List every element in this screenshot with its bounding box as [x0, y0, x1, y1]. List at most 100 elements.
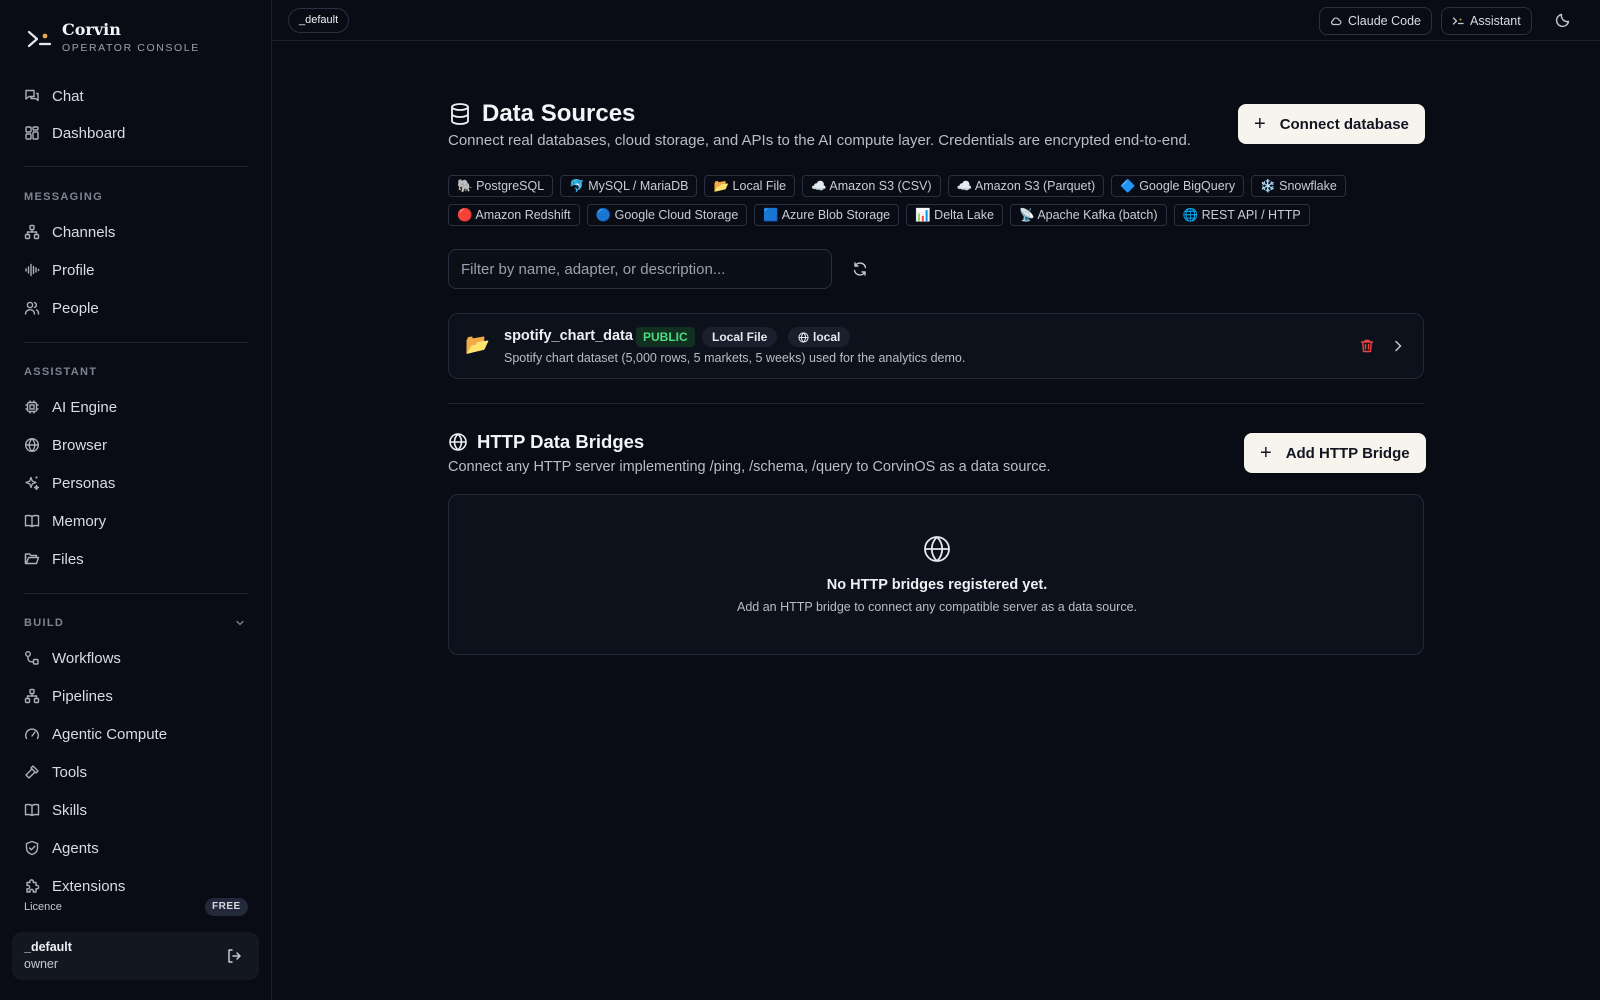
section-label-build[interactable]: BUILD: [24, 617, 64, 629]
chip-label: Snowflake: [1279, 179, 1337, 193]
adapter-badge: Local File: [702, 327, 778, 347]
sidebar-item-label: Extensions: [52, 877, 126, 895]
sidebar-item-profile[interactable]: Profile: [24, 258, 95, 282]
chip-label: Amazon S3 (Parquet): [974, 179, 1096, 193]
chevron-right-icon[interactable]: [1391, 339, 1405, 353]
bridges-title: HTTP Data Bridges: [477, 431, 645, 452]
brand-subtitle: OPERATOR CONSOLE: [62, 42, 200, 54]
sidebar-item-workflows[interactable]: Workflows: [24, 646, 121, 670]
bar-chart-icon: 📊: [915, 208, 931, 222]
page-header: Data Sources: [448, 100, 635, 128]
connect-database-button[interactable]: + Connect database: [1238, 104, 1425, 144]
claude-code-label: Claude Code: [1348, 14, 1421, 28]
workflow-icon: [24, 650, 40, 666]
adapter-chip-bigquery[interactable]: 🔷 Google BigQuery: [1111, 175, 1245, 197]
book-open-icon: [24, 802, 40, 818]
licence-badge: FREE: [205, 898, 248, 916]
refresh-icon[interactable]: [852, 261, 868, 277]
terminal-prompt-icon: [1452, 15, 1464, 27]
topbar: _default Claude Code Assistant: [272, 0, 1600, 41]
data-source-card[interactable]: 📂 spotify_chart_data PUBLIC Local File l…: [448, 313, 1424, 379]
sidebar-item-skills[interactable]: Skills: [24, 798, 87, 822]
adapter-chip-redshift[interactable]: 🔴 Amazon Redshift: [448, 204, 580, 226]
trash-icon[interactable]: [1359, 338, 1375, 354]
sidebar-item-channels[interactable]: Channels: [24, 220, 115, 244]
sidebar-item-pipelines[interactable]: Pipelines: [24, 684, 113, 708]
chevron-down-icon[interactable]: [234, 617, 246, 629]
workspace-pill[interactable]: _default: [288, 8, 350, 33]
snowflake-icon: ❄️: [1260, 179, 1276, 193]
bridges-empty-state: No HTTP bridges registered yet. Add an H…: [448, 494, 1424, 655]
adapter-chip-snowflake[interactable]: ❄️ Snowflake: [1251, 175, 1346, 197]
filter-input[interactable]: [448, 249, 832, 289]
logout-icon[interactable]: [225, 947, 243, 965]
sidebar-item-label: Chat: [52, 87, 84, 105]
sidebar-item-agents[interactable]: Agents: [24, 836, 99, 860]
sidebar-item-personas[interactable]: Personas: [24, 471, 115, 495]
globe-icon: [448, 432, 468, 452]
adapter-chip-row: 🐘 PostgreSQL 🐬 MySQL / MariaDB 📂 Local F…: [448, 175, 1438, 197]
assistant-label: Assistant: [1470, 14, 1521, 28]
adapter-chip-local-file[interactable]: 📂 Local File: [704, 175, 796, 197]
sidebar-item-label: Browser: [52, 436, 108, 454]
empty-state-title: No HTTP bridges registered yet.: [826, 577, 1048, 593]
sidebar-item-chat[interactable]: Chat: [24, 84, 84, 108]
sidebar-item-browser[interactable]: Browser: [24, 433, 107, 457]
visibility-badge: PUBLIC: [636, 327, 695, 347]
chip-label: MySQL / MariaDB: [588, 179, 689, 193]
postgresql-icon: 🐘: [457, 179, 473, 193]
sidebar-item-label: Skills: [52, 801, 88, 819]
adapter-chip-rest-api[interactable]: 🌐 REST API / HTTP: [1173, 204, 1310, 226]
sidebar-item-extensions[interactable]: Extensions: [24, 874, 125, 898]
add-http-bridge-button[interactable]: + Add HTTP Bridge: [1244, 433, 1426, 473]
sidebar-item-dashboard[interactable]: Dashboard: [24, 121, 125, 145]
sidebar-item-people[interactable]: People: [24, 296, 99, 320]
gauge-icon: [24, 726, 40, 742]
scope-badge: local: [788, 327, 851, 347]
sidebar-item-files[interactable]: Files: [24, 547, 84, 571]
chat-icon: [24, 88, 40, 104]
sidebar-item-label: Pipelines: [52, 687, 113, 705]
data-source-name: spotify_chart_data: [504, 328, 633, 344]
pipeline-icon: [24, 688, 40, 704]
sidebar-item-ai-engine[interactable]: AI Engine: [24, 395, 117, 419]
moon-icon[interactable]: [1555, 12, 1571, 28]
globe-icon: [24, 437, 40, 453]
adapter-chip-kafka[interactable]: 📡 Apache Kafka (batch): [1009, 204, 1167, 226]
adapter-chip-s3-csv[interactable]: ☁️ Amazon S3 (CSV): [802, 175, 941, 197]
adapter-chip-delta-lake[interactable]: 📊 Delta Lake: [906, 204, 1003, 226]
puzzle-icon: [24, 878, 40, 894]
sidebar-item-agentic-compute[interactable]: Agentic Compute: [24, 722, 167, 746]
sidebar-item-memory[interactable]: Memory: [24, 509, 106, 533]
shield-icon: [24, 840, 40, 856]
sidebar: Corvin OPERATOR CONSOLE Chat Dashboard M…: [0, 0, 272, 1000]
section-label-messaging: MESSAGING: [24, 191, 103, 203]
page-title: Data Sources: [482, 100, 636, 127]
chip-label: REST API / HTTP: [1201, 208, 1301, 222]
sidebar-item-label: Tools: [52, 763, 88, 781]
adapter-chip-s3-parquet[interactable]: ☁️ Amazon S3 (Parquet): [947, 175, 1105, 197]
adapter-chip-gcs[interactable]: 🔵 Google Cloud Storage: [586, 204, 748, 226]
user-card: _default owner: [12, 932, 259, 980]
database-icon: [448, 102, 472, 126]
assistant-button[interactable]: Assistant: [1441, 7, 1532, 35]
globe-icon: [798, 331, 809, 343]
chip-label: Apache Kafka (batch): [1037, 208, 1158, 222]
user-name: _default: [24, 940, 72, 954]
cloud-icon: ☁️: [956, 179, 973, 193]
adapter-chip-mysql[interactable]: 🐬 MySQL / MariaDB: [560, 175, 698, 197]
page-subtitle: Connect real databases, cloud storage, a…: [448, 132, 1191, 149]
user-role: owner: [24, 957, 59, 971]
adapter-chip-azure-blob[interactable]: 🟦 Azure Blob Storage: [754, 204, 900, 226]
bridges-header: HTTP Data Bridges: [448, 431, 644, 453]
claude-code-button[interactable]: Claude Code: [1319, 7, 1432, 35]
red-circle-icon: 🔴: [457, 208, 473, 222]
sidebar-item-tools[interactable]: Tools: [24, 760, 87, 784]
chip-label: Local File: [732, 179, 787, 193]
brand[interactable]: Corvin OPERATOR CONSOLE: [26, 20, 200, 55]
section-divider: [448, 403, 1424, 404]
sparkles-icon: [24, 475, 40, 491]
adapter-chip-postgresql[interactable]: 🐘 PostgreSQL: [448, 175, 554, 197]
sidebar-item-label: Agents: [52, 839, 99, 857]
connect-database-label: Connect database: [1279, 115, 1409, 133]
